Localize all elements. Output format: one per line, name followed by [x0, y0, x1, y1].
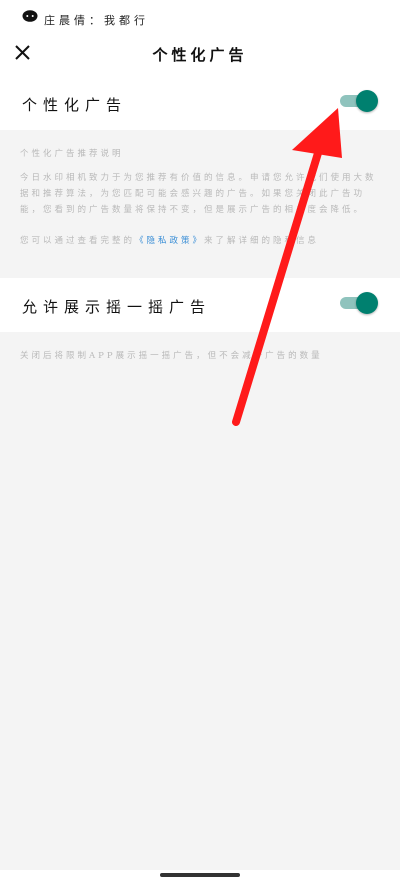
privacy-suffix: 来了解详细的隐私信息	[204, 236, 320, 246]
personalized-ads-label: 个性化广告	[22, 96, 128, 114]
description-heading: 个性化广告推荐说明	[20, 149, 124, 159]
shake-ads-label: 允许展示摇一摇广告	[22, 298, 212, 316]
toggle-thumb	[356, 90, 378, 112]
description-body: 今日水印相机致力于为您推荐有价值的信息。申请您允许我们使用大数据和推荐算法，为您…	[20, 173, 377, 215]
personalized-ads-description: 个性化广告推荐说明 今日水印相机致力于为您推荐有价值的信息。申请您允许我们使用大…	[0, 130, 400, 278]
gesture-bar	[160, 873, 240, 877]
status-bar: 庄晨倩：我都行	[0, 0, 400, 34]
personalized-ads-toggle[interactable]	[340, 90, 378, 112]
navbar: 个性化广告	[0, 34, 400, 76]
privacy-line: 您可以通过查看完整的《隐私政策》来了解详细的隐私信息	[20, 234, 382, 246]
message-icon	[22, 10, 38, 22]
shake-ads-row: 允许展示摇一摇广告	[0, 278, 400, 332]
shake-ads-description: 关闭后将限制APP展示摇一摇广告，但不会减少广告的数量	[20, 351, 323, 361]
shake-ads-description-area: 关闭后将限制APP展示摇一摇广告，但不会减少广告的数量	[0, 332, 400, 870]
privacy-policy-link[interactable]: 《隐私政策》	[135, 236, 204, 246]
shake-ads-toggle[interactable]	[340, 292, 378, 314]
status-text: 庄晨倩：我都行	[44, 14, 149, 27]
privacy-prefix: 您可以通过查看完整的	[20, 236, 136, 246]
page-title: 个性化广告	[152, 46, 248, 64]
personalized-ads-row: 个性化广告	[0, 76, 400, 130]
toggle-thumb	[356, 292, 378, 314]
